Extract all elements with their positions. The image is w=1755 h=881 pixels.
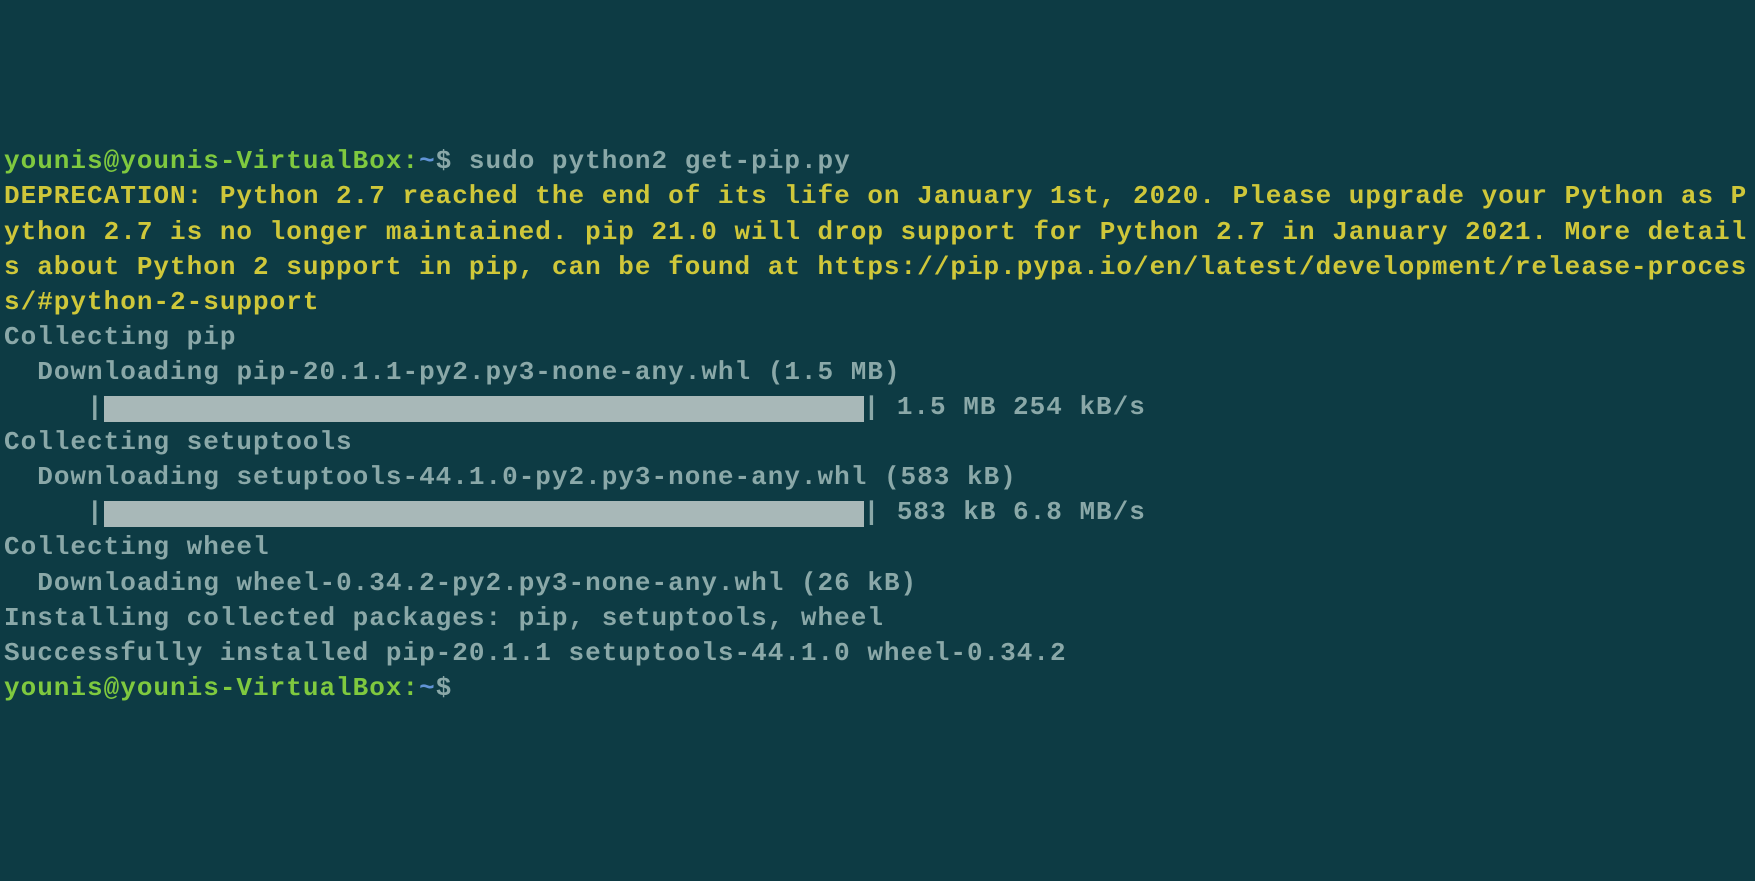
prompt-user-host: younis@younis-VirtualBox [4,146,402,176]
prompt-user-host-2: younis@younis-VirtualBox [4,673,402,703]
prompt-path: ~ [419,146,436,176]
prompt-colon: : [402,146,419,176]
prompt-line-1[interactable]: younis@younis-VirtualBox:~$ sudo python2… [4,144,1751,179]
prompt-dollar: $ [436,146,469,176]
progress-pip-prefix: | [4,392,104,422]
prompt-path-2: ~ [419,673,436,703]
progress-setuptools-suffix: | 583 kB 6.8 MB/s [864,497,1146,527]
collecting-pip: Collecting pip [4,320,1751,355]
progress-pip: | | 1.5 MB 254 kB/s [4,390,1751,425]
installing-packages: Installing collected packages: pip, setu… [4,601,1751,636]
progress-pip-suffix: | 1.5 MB 254 kB/s [864,392,1146,422]
command-text: sudo python2 get-pip.py [469,146,851,176]
success-message: Successfully installed pip-20.1.1 setupt… [4,636,1751,671]
progress-setuptools: | | 583 kB 6.8 MB/s [4,495,1751,530]
collecting-wheel: Collecting wheel [4,530,1751,565]
downloading-pip: Downloading pip-20.1.1-py2.py3-none-any.… [4,355,1751,390]
prompt-dollar-2: $ [436,673,453,703]
collecting-setuptools: Collecting setuptools [4,425,1751,460]
downloading-wheel: Downloading wheel-0.34.2-py2.py3-none-an… [4,566,1751,601]
progress-bar-setuptools [104,501,864,527]
progress-setuptools-prefix: | [4,497,104,527]
downloading-setuptools: Downloading setuptools-44.1.0-py2.py3-no… [4,460,1751,495]
prompt-colon-2: : [402,673,419,703]
prompt-line-2[interactable]: younis@younis-VirtualBox:~$ [4,671,1751,706]
deprecation-warning: DEPRECATION: Python 2.7 reached the end … [4,179,1751,319]
progress-bar-pip [104,396,864,422]
